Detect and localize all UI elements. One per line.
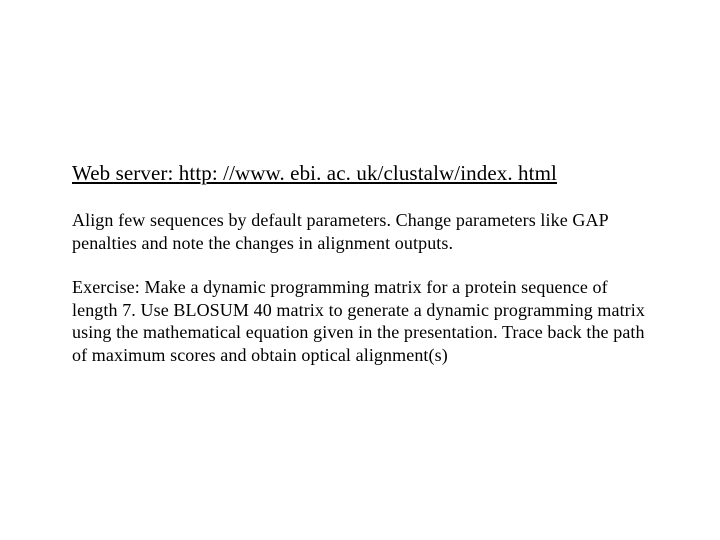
slide-container: Web server: http: //www. ebi. ac. uk/clu… (0, 0, 720, 540)
slide-paragraph-2: Exercise: Make a dynamic programming mat… (72, 276, 650, 366)
slide-heading: Web server: http: //www. ebi. ac. uk/clu… (72, 160, 650, 187)
slide-paragraph-1: Align few sequences by default parameter… (72, 209, 650, 254)
